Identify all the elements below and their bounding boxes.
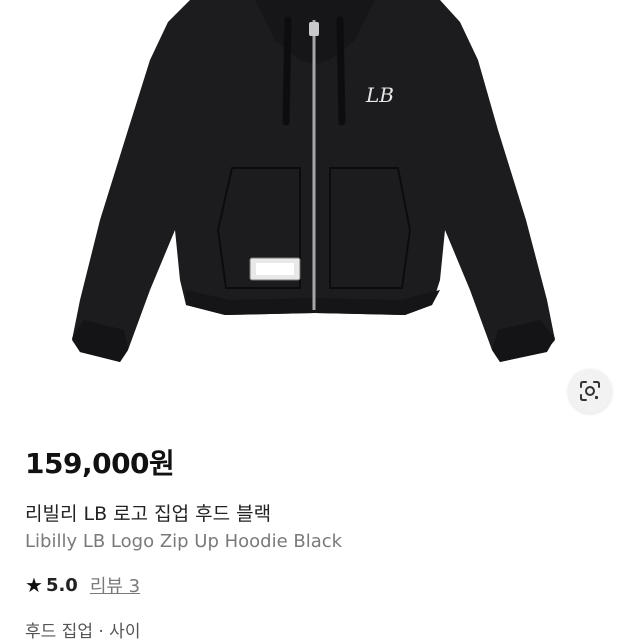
visual-search-button[interactable]: [568, 369, 612, 413]
star-icon: ★: [25, 573, 43, 597]
product-options: 후드 집업 · 사이: [25, 622, 141, 642]
visual-search-icon: [580, 381, 600, 401]
rating-row: ★ 5.0 리뷰 3: [25, 572, 140, 598]
product-image[interactable]: LB: [0, 0, 627, 420]
hoodie-illustration: LB: [72, 0, 555, 362]
reviews-link[interactable]: 리뷰 3: [90, 572, 140, 598]
product-title-korean: 리빌리 LB 로고 집업 후드 블랙: [25, 503, 272, 525]
logo-mark: LB: [365, 83, 394, 107]
rating-value: 5.0: [45, 574, 78, 596]
product-title-english: Libilly LB Logo Zip Up Hoodie Black: [25, 531, 343, 552]
product-price: 159,000원: [25, 447, 175, 480]
